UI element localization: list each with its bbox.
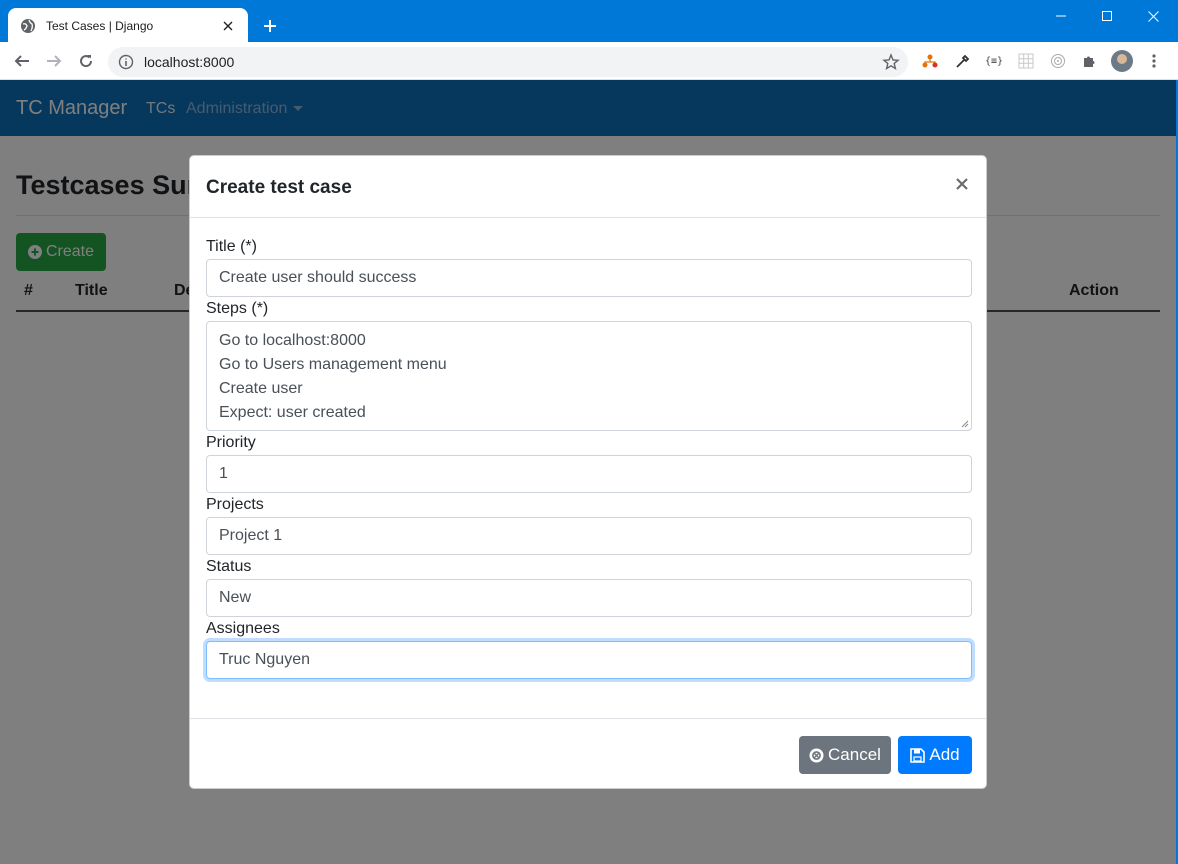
- save-icon: [910, 747, 926, 763]
- address-bar[interactable]: localhost:8000: [108, 47, 908, 77]
- target-icon[interactable]: [1048, 51, 1068, 71]
- browser-titlebar: Test Cases | Django: [0, 0, 1178, 43]
- tab-close-icon[interactable]: [220, 18, 236, 34]
- profile-avatar[interactable]: [1111, 50, 1133, 72]
- status-label: Status: [206, 558, 252, 575]
- add-button-label: Add: [929, 745, 960, 764]
- projects-field[interactable]: Project 1: [206, 517, 972, 555]
- add-button[interactable]: Add: [898, 736, 972, 774]
- title-field[interactable]: Create user should success: [206, 259, 972, 297]
- puzzle-icon[interactable]: [1080, 51, 1100, 71]
- steps-line: Create user: [219, 380, 303, 397]
- json-icon[interactable]: {≡}: [984, 51, 1004, 71]
- steps-textarea[interactable]: Go to localhost:8000 Go to Users managem…: [206, 321, 972, 431]
- steps-label: Steps (*): [206, 300, 269, 317]
- projects-label: Projects: [206, 496, 264, 513]
- steps-line: Go to localhost:8000: [219, 332, 366, 349]
- priority-label: Priority: [206, 434, 256, 451]
- create-test-case-modal: Create test case Title (*) Create user s…: [189, 155, 987, 789]
- assignees-label: Assignees: [206, 620, 280, 637]
- cancel-button-label: Cancel: [828, 745, 881, 764]
- back-icon[interactable]: [10, 49, 34, 73]
- browser-toolbar: localhost:8000 {≡}: [0, 42, 1178, 80]
- url-text: localhost:8000: [144, 54, 235, 70]
- cancel-circle-icon: [809, 748, 824, 762]
- tab-title: Test Cases | Django: [46, 18, 154, 33]
- maximize-icon[interactable]: [1084, 0, 1130, 32]
- steps-line: Expect: user created: [219, 404, 366, 421]
- priority-field[interactable]: 1: [206, 455, 972, 493]
- resize-grip-icon[interactable]: [959, 418, 969, 428]
- window-close-icon[interactable]: [1130, 0, 1176, 32]
- network-icon[interactable]: [920, 51, 940, 71]
- assignees-field[interactable]: Truc Nguyen: [206, 641, 972, 679]
- info-icon[interactable]: [118, 54, 134, 70]
- grid-icon[interactable]: [1016, 51, 1036, 71]
- close-icon[interactable]: [951, 173, 973, 195]
- modal-header: Create test case: [190, 156, 986, 218]
- status-field[interactable]: New: [206, 579, 972, 617]
- modal-title: Create test case: [206, 177, 352, 198]
- steps-line: Go to Users management menu: [219, 356, 447, 373]
- reload-icon[interactable]: [74, 49, 98, 73]
- globe-icon: [20, 18, 36, 34]
- forward-icon[interactable]: [42, 49, 66, 73]
- modal-footer-divider: [190, 718, 986, 719]
- bookmark-star-icon[interactable]: [882, 53, 900, 71]
- browser-tab[interactable]: Test Cases | Django: [8, 8, 248, 43]
- menu-dots-icon[interactable]: [1144, 51, 1164, 71]
- cancel-button[interactable]: Cancel: [799, 736, 891, 774]
- minimize-icon[interactable]: [1038, 0, 1084, 32]
- eyedropper-icon[interactable]: [953, 51, 973, 71]
- new-tab-icon[interactable]: [258, 14, 282, 38]
- title-label: Title (*): [206, 238, 257, 255]
